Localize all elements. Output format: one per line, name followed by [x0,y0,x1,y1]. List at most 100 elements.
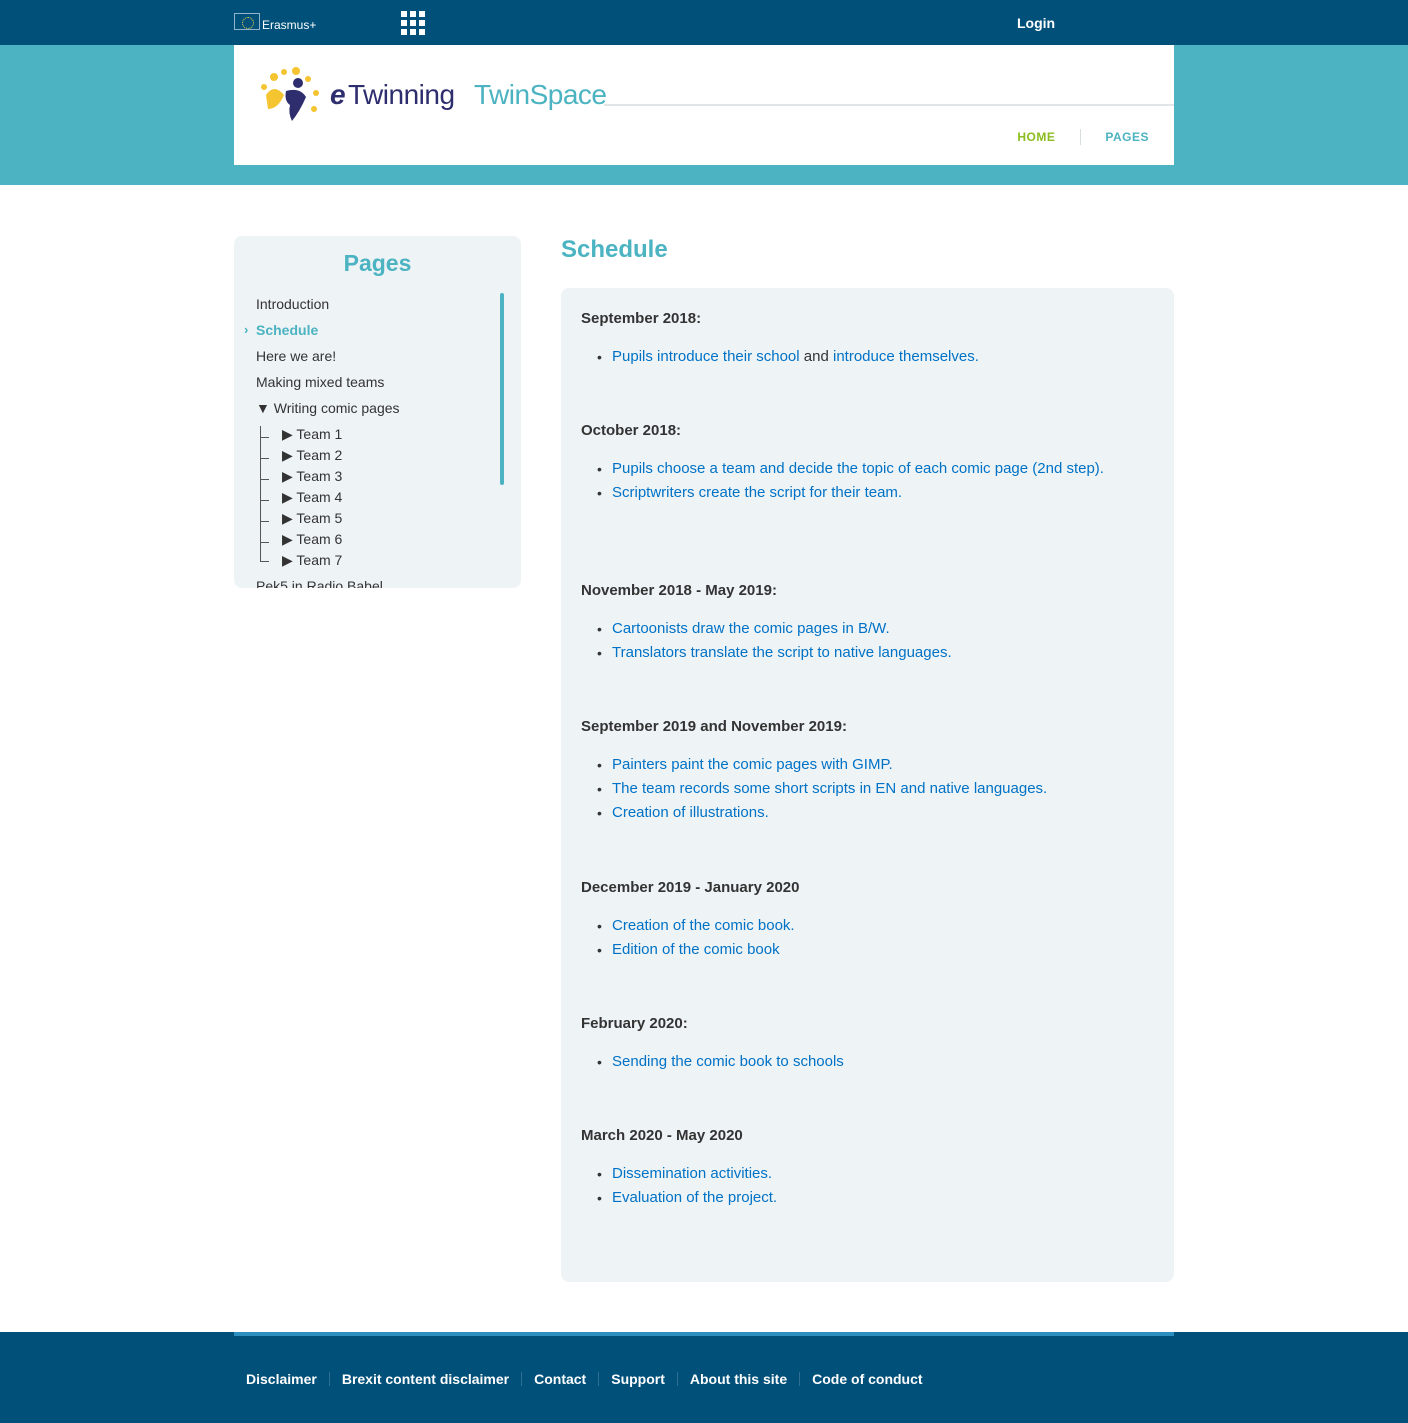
section-list: • Creation of the comic book. • Edition … [581,914,1141,962]
schedule-link[interactable]: The team records some short scripts in E… [612,780,1047,797]
list-item: • Translators translate the script to na… [597,644,952,661]
schedule-link[interactable]: Evaluation of the project. [612,1189,777,1206]
tree-branch [260,458,269,459]
list-item: • Scriptwriters create the script for th… [597,484,903,501]
sidebar-title: Pages [343,250,412,276]
sidebar-item-label: Schedule [256,322,319,338]
etwinning-figures-icon [261,67,319,121]
schedule-link[interactable]: Scriptwriters create the script for thei… [612,484,902,501]
section-heading: September 2019 and November 2019: [581,718,847,735]
list-item: • Painters paint the comic pages with GI… [597,756,893,773]
sidebar-item-team-1[interactable]: ▶ Team 1 [282,426,342,443]
sidebar-item-team-7[interactable]: ▶ Team 7 [282,552,342,569]
schedule-link[interactable]: Painters paint the comic pages with GIMP… [612,756,893,773]
chevron-right-icon: › [244,322,249,337]
sidebar-item-making-mixed-teams[interactable]: Making mixed teams [256,374,384,390]
sidebar-item-team-2[interactable]: ▶ Team 2 [282,447,342,464]
schedule-content: September 2018: • Pupils introduce their… [561,288,1174,1282]
list-item: • Creation of the comic book. [597,917,795,934]
main-nav: HOME PAGES [1017,129,1149,145]
section-heading: September 2018: [581,310,702,327]
sidebar-item-pek5-radio-babel[interactable]: Pek5 in Radio Babel [256,578,383,588]
apps-grid-icon[interactable] [401,11,425,35]
pages-sidebar: Pages Introduction › Schedule Here we ar… [234,236,521,588]
list-item: • Cartoonists draw the comic pages in B/… [597,620,890,637]
list-item: • Sending the comic book to schools [597,1053,844,1070]
footer-link-disclaimer[interactable]: Disclaimer [234,1371,329,1387]
section-heading: December 2019 - January 2020 [581,879,800,896]
sidebar-item-here-we-are[interactable]: Here we are! [256,348,336,364]
nav-pages[interactable]: PAGES [1105,130,1149,144]
footer-links: Disclaimer Brexit content disclaimer Con… [234,1371,935,1387]
header-divider [604,104,1174,106]
sidebar-item-writing-comic-pages[interactable]: ▼ Writing comic pages [256,400,400,416]
section-list: • Sending the comic book to schools [581,1050,1141,1074]
section-list: • Pupils introduce their school and intr… [581,345,1141,369]
schedule-section: March 2020 - May 2020 • Dissemination ac… [581,1127,1141,1210]
tree-branch [260,500,269,501]
tree-branch [260,521,269,522]
footer: Disclaimer Brexit content disclaimer Con… [0,1332,1408,1423]
logo-e: e [330,79,346,110]
sidebar-item-team-6[interactable]: ▶ Team 6 [282,531,342,548]
list-item-text: and [799,348,833,365]
footer-link-contact[interactable]: Contact [522,1371,598,1387]
schedule-link[interactable]: Translators translate the script to nati… [612,644,952,661]
logo-twinning: Twinning [348,79,455,110]
sidebar-item-team-5[interactable]: ▶ Team 5 [282,510,342,527]
section-heading: February 2020: [581,1015,688,1032]
section-heading: October 2018: [581,422,682,439]
section-list: • Painters paint the comic pages with GI… [581,753,1141,825]
schedule-section: October 2018: • Pupils choose a team and… [581,422,1141,505]
footer-link-about[interactable]: About this site [678,1371,799,1387]
schedule-link[interactable]: Edition of the comic book [612,941,780,958]
schedule-link[interactable]: Creation of the comic book. [612,917,795,934]
schedule-link[interactable]: Pupils introduce their school [612,348,800,365]
footer-link-brexit-disclaimer[interactable]: Brexit content disclaimer [330,1371,521,1387]
nav-separator [1080,129,1082,145]
schedule-link[interactable]: Cartoonists draw the comic pages in B/W. [612,620,890,637]
footer-link-code-of-conduct[interactable]: Code of conduct [800,1371,934,1387]
schedule-link[interactable]: introduce themselves. [833,348,979,365]
list-item: • Pupils choose a team and decide the to… [597,460,1104,477]
eu-flag-icon [234,13,260,30]
footer-link-support[interactable]: Support [599,1371,677,1387]
tree-line [260,426,261,561]
logo-twinspace: TwinSpace [474,79,607,110]
top-bar: Erasmus+ Login [0,0,1408,45]
tree-branch [260,437,269,438]
section-list: • Pupils choose a team and decide the to… [581,457,1141,505]
schedule-link[interactable]: Sending the comic book to schools [612,1053,844,1070]
header: e Twinning TwinSpace HOME PAGES [234,45,1174,165]
list-item: • Evaluation of the project. [597,1189,778,1206]
tree-branch [260,561,269,562]
page-title: Schedule [561,236,668,263]
sidebar-item-team-4[interactable]: ▶ Team 4 [282,489,342,506]
schedule-section: September 2018: • Pupils introduce their… [581,310,1141,369]
sidebar-item-introduction[interactable]: Introduction [256,296,329,312]
footer-stripe [234,1332,1174,1336]
schedule-link[interactable]: Dissemination activities. [612,1165,772,1182]
list-item: • Creation of illustrations. [597,804,769,821]
schedule-section: November 2018 - May 2019: • Cartoonists … [581,582,1141,665]
sidebar-scrollbar[interactable] [500,293,504,485]
login-button[interactable]: Login [1017,15,1055,31]
erasmus-logo[interactable]: Erasmus+ [234,13,317,32]
schedule-link[interactable]: Creation of illustrations. [612,804,769,821]
section-list: • Cartoonists draw the comic pages in B/… [581,617,1141,665]
section-heading: November 2018 - May 2019: [581,582,777,599]
schedule-section: September 2019 and November 2019: • Pain… [581,718,1141,825]
schedule-section: December 2019 - January 2020 • Creation … [581,879,1141,962]
erasmus-label: Erasmus+ [262,18,317,32]
sidebar-item-team-3[interactable]: ▶ Team 3 [282,468,342,485]
sidebar-item-schedule[interactable]: › Schedule [244,322,319,338]
tree-branch [260,542,269,543]
list-item: • The team records some short scripts in… [597,780,1048,797]
tree-branch [260,479,269,480]
section-heading: March 2020 - May 2020 [581,1127,743,1144]
schedule-section: February 2020: • Sending the comic book … [581,1015,1141,1074]
etwinning-twinspace-logo[interactable]: e Twinning TwinSpace [256,65,607,127]
list-item: • Pupils introduce their school and intr… [597,348,979,365]
nav-home[interactable]: HOME [1017,130,1055,144]
schedule-link[interactable]: Pupils choose a team and decide the topi… [612,460,1104,477]
